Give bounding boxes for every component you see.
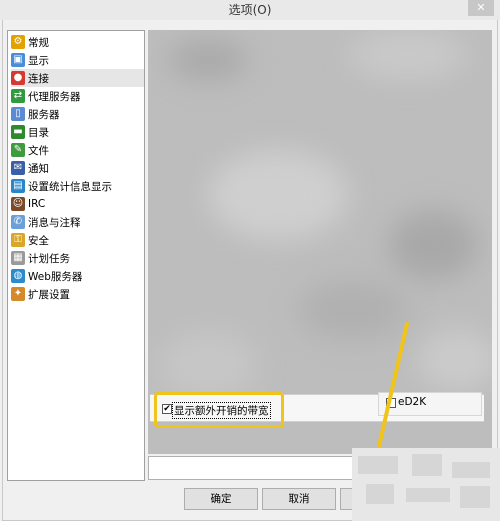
sidebar-item-label: 通知 [28,162,49,175]
connection-icon: ● [11,71,25,85]
sidebar-item[interactable]: ▯ 服务器 [11,105,144,123]
blur-shape [208,150,348,240]
extended-settings-icon: ✦ [11,287,25,301]
sidebar-item-label: Web服务器 [28,270,83,283]
sidebar-item[interactable]: ▦ 计划任务 [11,249,144,267]
server-icon: ▯ [11,107,25,121]
statistics-icon: ▤ [11,179,25,193]
sidebar-item-label: 显示 [28,54,49,67]
cancel-button[interactable]: 取消 [262,488,336,510]
sidebar-item[interactable]: ⚙ 常规 [11,33,144,51]
watermark-block [460,486,490,508]
blur-shape [348,30,468,80]
sidebar-item-label: 代理服务器 [28,90,81,103]
sidebar-item-label: 常规 [28,36,49,49]
options-category-list[interactable]: ⚙ 常规 ▣ 显示 ● 连接 ⇄ 代理服务器 ▯ 服务器 ▬ 目录 ✎ 文件 ✉ 通知 ▤ 设置统计信息显示 ☺ IR… [7,30,145,481]
sidebar-item[interactable]: ▬ 目录 [11,123,144,141]
notification-icon: ✉ [11,161,25,175]
sidebar-item[interactable]: ⇄ 代理服务器 [11,87,144,105]
watermark-block [412,454,442,476]
blur-shape [298,280,408,340]
schedule-icon: ▦ [11,251,25,265]
sidebar-item-label: 计划任务 [28,252,70,265]
security-icon: ⚿ [11,233,25,247]
sidebar-item-label: 连接 [28,72,49,85]
ed2k-label[interactable]: eD2K [398,396,426,408]
window-title: 选项(O) [228,3,272,17]
close-button[interactable]: ✕ [468,0,494,16]
sidebar-item-label: 目录 [28,126,49,139]
sidebar-item-label: 设置统计信息显示 [28,180,112,193]
blur-shape [168,40,248,80]
message-icon: ✆ [11,215,25,229]
sidebar-item-label: IRC [28,198,46,210]
sidebar-item[interactable]: ✎ 文件 [11,141,144,159]
sidebar-item[interactable]: ✉ 通知 [11,159,144,177]
sidebar-item[interactable]: ▣ 显示 [11,51,144,69]
sidebar-item[interactable]: ✦ 扩展设置 [11,285,144,303]
sidebar-item[interactable]: ▤ 设置统计信息显示 [11,177,144,195]
sidebar-item-label: 安全 [28,234,49,247]
blur-shape [158,330,258,400]
watermark-block [358,456,398,474]
general-icon: ⚙ [11,35,25,49]
ed2k-checkbox[interactable] [386,398,396,408]
sidebar-item-label: 服务器 [28,108,60,121]
annotation-highlight-box [154,392,284,428]
sidebar-item[interactable]: ✆ 消息与注释 [11,213,144,231]
directory-icon: ▬ [11,125,25,139]
title-bar: 选项(O) ✕ [0,0,500,20]
sidebar-item-label: 消息与注释 [28,216,81,229]
proxy-icon: ⇄ [11,89,25,103]
sidebar-item[interactable]: ⚿ 安全 [11,231,144,249]
watermark-block [452,462,490,478]
file-icon: ✎ [11,143,25,157]
display-icon: ▣ [11,53,25,67]
sidebar-item[interactable]: ◍ Web服务器 [11,267,144,285]
sidebar-item[interactable]: ☺ IRC [11,195,144,213]
sidebar-item[interactable]: ● 连接 [11,69,144,87]
sidebar-item-label: 扩展设置 [28,288,70,301]
watermark-block [366,484,394,504]
sidebar-item-label: 文件 [28,144,49,157]
web-server-icon: ◍ [11,269,25,283]
blur-shape [418,330,492,390]
options-panel-blurred [148,30,492,454]
watermark-overlay [352,448,500,521]
blur-shape [388,210,478,280]
ok-button[interactable]: 确定 [184,488,258,510]
watermark-block [406,488,450,502]
irc-icon: ☺ [11,197,25,211]
